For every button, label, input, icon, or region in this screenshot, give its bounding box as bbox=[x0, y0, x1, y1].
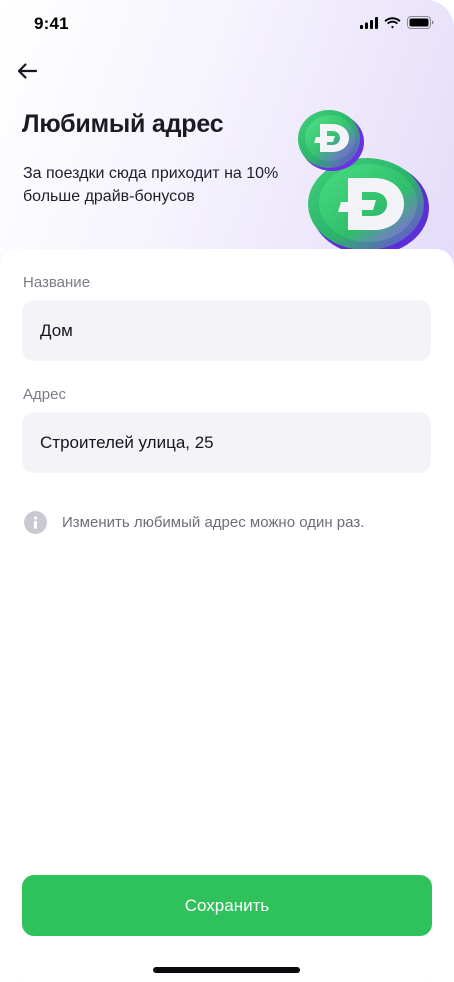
save-button[interactable]: Сохранить bbox=[22, 875, 432, 936]
info-note: Изменить любимый адрес можно один раз. bbox=[24, 511, 364, 534]
name-field-label: Название bbox=[23, 274, 91, 291]
status-time: 9:41 bbox=[34, 14, 69, 33]
battery-icon bbox=[407, 16, 434, 34]
arrow-left-icon bbox=[15, 59, 39, 88]
address-field-value: Строителей улица, 25 bbox=[40, 432, 214, 452]
form-sheet: Название Дом Адрес Строителей улица, 25 bbox=[0, 249, 454, 982]
page-subtitle: За поездки сюда приходит на 10% больше д… bbox=[23, 165, 279, 205]
back-button[interactable] bbox=[10, 56, 44, 90]
address-field-label: Адрес bbox=[23, 386, 66, 403]
info-text: Изменить любимый адрес можно один раз. bbox=[62, 514, 365, 531]
address-field[interactable]: Строителей улица, 25 bbox=[22, 412, 431, 473]
wifi-icon bbox=[384, 16, 401, 34]
screen: 9:41 Любимый адрес За поездки сюда прихо… bbox=[0, 0, 454, 982]
signal-icon bbox=[360, 16, 378, 34]
info-icon bbox=[24, 511, 47, 534]
name-field-value: Дом bbox=[40, 320, 73, 340]
status-icons bbox=[360, 16, 434, 34]
home-indicator bbox=[153, 967, 300, 973]
page-title: Любимый адрес bbox=[22, 110, 224, 138]
status-bar: 9:41 bbox=[0, 0, 454, 50]
name-field[interactable]: Дом bbox=[22, 300, 431, 361]
drive-bonus-coins-illustration bbox=[296, 104, 436, 255]
